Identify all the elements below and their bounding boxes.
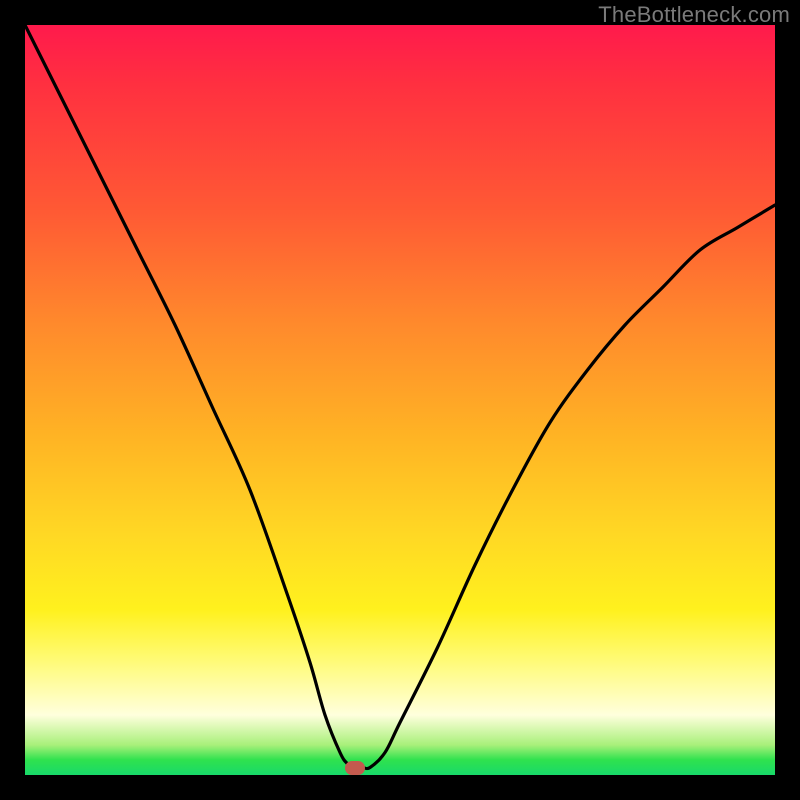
bottleneck-curve-svg bbox=[25, 25, 775, 775]
optimum-marker bbox=[345, 761, 365, 775]
bottleneck-curve bbox=[25, 25, 775, 769]
plot-area bbox=[25, 25, 775, 775]
chart-frame: TheBottleneck.com bbox=[0, 0, 800, 800]
